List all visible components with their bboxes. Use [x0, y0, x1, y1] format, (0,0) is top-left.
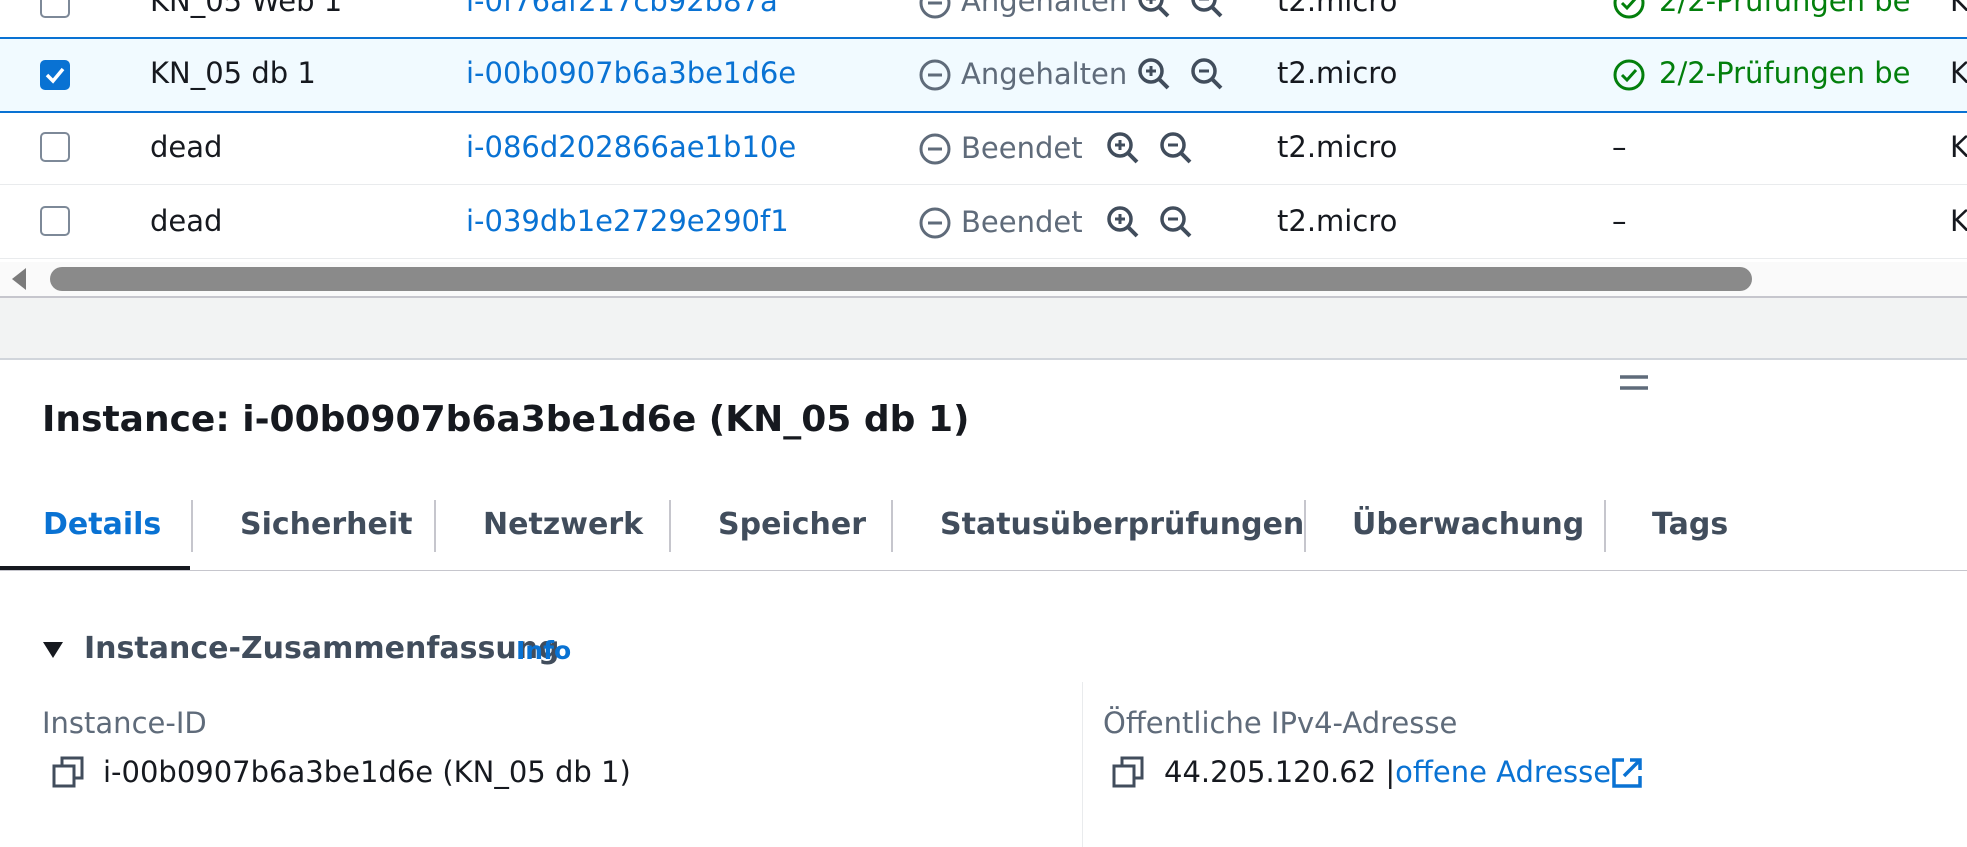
instance-type: t2.micro: [1277, 0, 1398, 18]
column-divider: [1082, 682, 1083, 847]
tab-separator: [191, 500, 193, 552]
tab-separator: [669, 500, 671, 552]
instance-id-link[interactable]: i-0f76af217cb92b87a: [466, 0, 778, 18]
scrollbar-thumb[interactable]: [50, 267, 1752, 291]
instance-type: t2.micro: [1277, 204, 1398, 238]
tab-separator: [1304, 500, 1306, 552]
tab-separator: [434, 500, 436, 552]
table-row[interactable]: KN_05 Web 1 i-0f76af217cb92b87a Angehalt…: [0, 0, 1967, 38]
zoom-out-icon[interactable]: [1189, 0, 1225, 20]
instance-name: KN_05 db 1: [150, 56, 316, 90]
instance-name: KN_05 Web 1: [150, 0, 343, 18]
status-checks: 2/2-Prüfungen be: [1659, 0, 1911, 18]
table-row[interactable]: dead i-039db1e2729e290f1 Beendet t2.micr…: [0, 185, 1967, 259]
instance-id-label: Instance-ID: [42, 706, 207, 740]
zoom-in-icon[interactable]: [1136, 56, 1172, 92]
instance-name: dead: [150, 130, 223, 164]
check-icon: [45, 67, 65, 84]
instance-id-link[interactable]: i-086d202866ae1b10e: [466, 130, 796, 164]
zoom-in-icon[interactable]: [1105, 204, 1141, 240]
tab-separator: [1604, 500, 1606, 552]
info-link[interactable]: Info: [516, 636, 571, 666]
zoom-in-icon[interactable]: [1136, 0, 1172, 20]
active-tab-indicator: [0, 566, 190, 570]
row-checkbox[interactable]: [40, 206, 70, 236]
instance-state: Beendet: [961, 131, 1083, 165]
minus-circle-icon: [919, 207, 951, 239]
instance-id-link[interactable]: i-039db1e2729e290f1: [466, 204, 789, 238]
tabs-bottom-border: [0, 570, 1967, 571]
zoom-in-icon[interactable]: [1105, 130, 1141, 166]
table-row[interactable]: dead i-086d202866ae1b10e Beendet t2.micr…: [0, 111, 1967, 185]
caret-down-icon[interactable]: [42, 641, 64, 659]
tab-tags[interactable]: Tags: [1652, 505, 1728, 545]
instance-type: t2.micro: [1277, 130, 1398, 164]
instance-id-value: i-00b0907b6a3be1d6e (KN_05 db 1): [103, 755, 631, 789]
tab-details[interactable]: Details: [43, 505, 161, 545]
ipv4-separator: |: [1385, 755, 1396, 789]
open-address-link[interactable]: offene Adresse: [1395, 755, 1611, 789]
public-ipv4-label: Öffentliche IPv4-Adresse: [1103, 706, 1458, 740]
public-ipv4-value: 44.205.120.62 |offene Adresse: [1164, 755, 1611, 789]
tab-network[interactable]: Netzwerk: [483, 505, 643, 545]
status-checks: 2/2-Prüfungen be: [1659, 56, 1911, 90]
instance-state: Beendet: [961, 205, 1083, 239]
table-row-selected[interactable]: KN_05 db 1 i-00b0907b6a3be1d6e Angehalte…: [0, 37, 1967, 113]
check-circle-icon: [1613, 0, 1645, 19]
zoom-out-icon[interactable]: [1158, 204, 1194, 240]
minus-circle-icon: [919, 133, 951, 165]
check-circle-icon: [1613, 59, 1645, 91]
zoom-out-icon[interactable]: [1189, 56, 1225, 92]
instance-state: Angehalten: [961, 0, 1128, 18]
minus-circle-icon: [919, 59, 951, 91]
tab-monitoring[interactable]: Überwachung: [1352, 505, 1584, 545]
tab-storage[interactable]: Speicher: [718, 505, 866, 545]
truncated-column: K: [1950, 0, 1967, 18]
row-checkbox[interactable]: [40, 60, 70, 90]
ipv4-address: 44.205.120.62: [1164, 755, 1377, 789]
zoom-out-icon[interactable]: [1158, 130, 1194, 166]
truncated-column: K: [1950, 204, 1967, 238]
minus-circle-icon: [919, 0, 951, 19]
resize-handle-icon[interactable]: [1619, 372, 1649, 394]
instance-id-link[interactable]: i-00b0907b6a3be1d6e: [466, 56, 796, 90]
status-checks: –: [1612, 130, 1627, 164]
external-link-icon[interactable]: [1610, 756, 1644, 790]
truncated-column: K: [1950, 56, 1967, 90]
instance-name: dead: [150, 204, 223, 238]
tab-security[interactable]: Sicherheit: [240, 505, 413, 545]
details-title: Instance: i-00b0907b6a3be1d6e (KN_05 db …: [42, 399, 970, 440]
row-checkbox[interactable]: [40, 0, 70, 18]
split-panel-divider[interactable]: [0, 296, 1967, 360]
instance-type: t2.micro: [1277, 56, 1398, 90]
status-checks: –: [1612, 204, 1627, 238]
copy-icon[interactable]: [1112, 756, 1144, 788]
section-title[interactable]: Instance-Zusammenfassung: [84, 631, 560, 667]
copy-icon[interactable]: [52, 756, 84, 788]
tab-status-checks[interactable]: Statusüberprüfungen: [940, 505, 1304, 545]
tab-separator: [891, 500, 893, 552]
truncated-column: K: [1950, 130, 1967, 164]
scroll-left-arrow-icon[interactable]: [12, 268, 26, 290]
next-field-label-partial: [42, 836, 242, 847]
row-checkbox[interactable]: [40, 132, 70, 162]
instance-state: Angehalten: [961, 57, 1128, 91]
